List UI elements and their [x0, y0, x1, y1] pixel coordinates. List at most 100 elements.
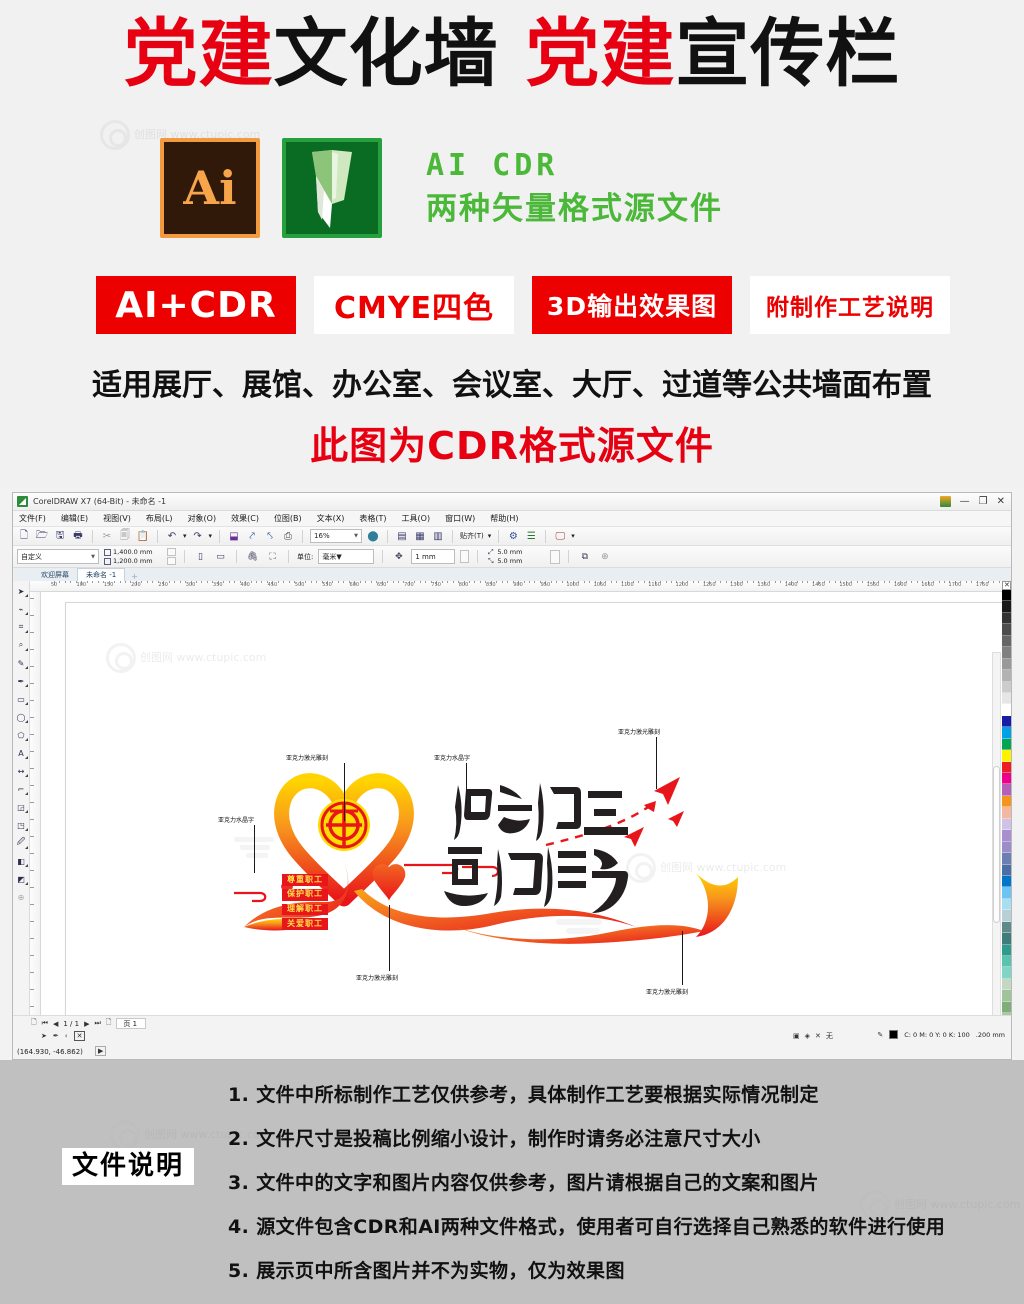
zoom-tool-icon[interactable]: ⌕: [15, 639, 28, 651]
rectangle-tool-icon[interactable]: ▭: [15, 693, 28, 705]
page-height-field[interactable]: 1,200.0 mm: [104, 557, 176, 565]
color-swatch[interactable]: [1002, 681, 1011, 693]
all-pages-icon[interactable]: 🖇: [245, 549, 260, 564]
interactive-fill-icon[interactable]: ◧: [15, 855, 28, 867]
outline-color-swatch[interactable]: [889, 1030, 899, 1039]
crop-tool-icon[interactable]: ⌗: [15, 621, 28, 633]
tab-untitled-1[interactable]: 未命名 -1: [77, 568, 126, 581]
color-swatch[interactable]: [1002, 727, 1011, 739]
color-swatch[interactable]: [1002, 795, 1011, 808]
cut-icon[interactable]: ✂: [100, 529, 114, 543]
color-swatch[interactable]: [1002, 612, 1011, 625]
paste-icon[interactable]: 📋: [136, 529, 150, 543]
undo-icon[interactable]: ↶: [165, 529, 179, 543]
connector-tool-icon[interactable]: ⌐: [15, 783, 28, 795]
text-tool-icon[interactable]: A: [15, 747, 28, 759]
import-icon[interactable]: ⬓: [227, 529, 241, 543]
color-swatch[interactable]: [1002, 807, 1011, 819]
undo-dropdown-icon[interactable]: ▾: [183, 532, 187, 540]
new-tab-button[interactable]: +: [125, 572, 144, 581]
menu-item-window[interactable]: 窗口(W): [445, 513, 475, 524]
ellipse-tool-icon[interactable]: ◯: [15, 711, 28, 723]
menu-item-file[interactable]: 文件(F): [19, 513, 46, 524]
transparency-tool-icon[interactable]: ◳: [15, 819, 28, 831]
vertical-scrollbar[interactable]: [992, 652, 1001, 1029]
save-icon[interactable]: 🖫: [53, 529, 67, 543]
scrollbar-thumb[interactable]: [993, 765, 1000, 923]
outline-pen-icon[interactable]: ✎: [877, 1031, 883, 1039]
color-swatch[interactable]: [1002, 670, 1011, 682]
show-grid-icon[interactable]: ▦: [413, 529, 427, 543]
tab-welcome-screen[interactable]: 欢迎屏幕: [33, 569, 77, 581]
color-palette[interactable]: [1002, 581, 1011, 1059]
color-swatch[interactable]: [1002, 944, 1011, 956]
color-swatch[interactable]: [1002, 967, 1011, 979]
page-width-field[interactable]: 1,400.0 mm: [104, 548, 176, 556]
menu-item-bitmaps[interactable]: 位图(B): [274, 513, 302, 524]
print-icon[interactable]: 🖶: [71, 529, 85, 543]
color-swatch[interactable]: [1002, 864, 1011, 876]
snap-to-label[interactable]: 贴齐(T): [460, 531, 484, 541]
nudge-spinner[interactable]: [460, 550, 470, 563]
color-eyedropper-icon[interactable]: 🖉: [15, 837, 28, 849]
portrait-icon[interactable]: ▯: [193, 549, 208, 564]
object-properties-icon[interactable]: ▣: [793, 1032, 800, 1040]
units-combo[interactable]: 毫米 ▼: [318, 549, 375, 564]
color-swatch[interactable]: [1002, 956, 1011, 968]
menu-item-edit[interactable]: 编辑(E): [61, 513, 88, 524]
color-swatch[interactable]: [1002, 898, 1011, 911]
color-swatch[interactable]: [1002, 647, 1011, 659]
redo-dropdown-icon[interactable]: ▾: [209, 532, 213, 540]
coordinates-expand-icon[interactable]: ▶: [95, 1046, 107, 1056]
artistic-media-icon[interactable]: ✒: [15, 675, 28, 687]
vertical-ruler[interactable]: [30, 592, 41, 1059]
color-swatch[interactable]: [1002, 910, 1011, 922]
redo-icon[interactable]: ↷: [191, 529, 205, 543]
application-launcher-icon[interactable]: 🖵: [553, 529, 567, 543]
polygon-tool-icon[interactable]: ⬠: [15, 729, 28, 741]
publish-pdf-icon[interactable]: ⎙: [281, 529, 295, 543]
last-page-icon[interactable]: ⏭: [94, 1019, 100, 1028]
snap-dropdown-icon[interactable]: ▾: [488, 532, 492, 540]
menu-item-object[interactable]: 对象(O): [188, 513, 217, 524]
width-spinner[interactable]: [167, 548, 176, 556]
no-color-swatch[interactable]: [1002, 581, 1011, 590]
color-swatch[interactable]: [1002, 635, 1011, 648]
show-guidelines-icon[interactable]: ▥: [431, 529, 445, 543]
color-swatch[interactable]: [1002, 990, 1011, 1002]
page-add-icon[interactable]: 🗋: [31, 1018, 37, 1029]
object-manager-icon[interactable]: ☰: [524, 529, 538, 543]
menu-item-effects[interactable]: 效果(C): [231, 513, 259, 524]
color-swatch[interactable]: [1002, 921, 1011, 934]
add-page-icon[interactable]: ⊕: [597, 549, 612, 564]
color-swatch[interactable]: [1002, 738, 1011, 751]
color-swatch[interactable]: [1002, 830, 1011, 842]
close-button[interactable]: ✕: [997, 496, 1005, 507]
color-swatch[interactable]: [1002, 887, 1011, 899]
drawing-canvas[interactable]: 尊重职工 保护职工 理解职工 关爱职工 亚克力水晶字 亚克力激光雕刻 亚克力水晶…: [41, 592, 1011, 1059]
page-border-icon[interactable]: ⧉: [577, 549, 592, 564]
color-swatch[interactable]: [1002, 978, 1011, 991]
menu-item-help[interactable]: 帮助(H): [490, 513, 518, 524]
color-swatch[interactable]: [1002, 853, 1011, 865]
zoom-level-combo[interactable]: 16% ▼: [310, 529, 363, 543]
first-page-icon[interactable]: ⏮: [42, 1019, 48, 1028]
color-swatch[interactable]: [1002, 875, 1011, 888]
duplicate-spinner[interactable]: [550, 549, 561, 564]
fill-color-icon[interactable]: ◈: [805, 1032, 810, 1040]
shape-tool-icon[interactable]: ⌁: [15, 603, 28, 615]
show-rulers-icon[interactable]: ▤: [395, 529, 409, 543]
color-swatch[interactable]: [1002, 841, 1011, 854]
color-swatch[interactable]: [1002, 704, 1011, 716]
options-icon[interactable]: ⚙: [506, 529, 520, 543]
color-swatch[interactable]: [1002, 761, 1011, 773]
duplicate-x-field[interactable]: ⤢ 5.0 mm: [486, 548, 545, 557]
canvas-area[interactable]: 50 100 150 200 250 300 350 400 450 500 550 600 650 70…: [30, 581, 1011, 1059]
freehand-tool-icon[interactable]: ✎: [15, 657, 28, 669]
current-page-icon[interactable]: ⛶: [265, 549, 280, 564]
new-document-icon[interactable]: 🗋: [17, 529, 31, 543]
color-swatch[interactable]: [1002, 658, 1011, 671]
copy-icon[interactable]: 🗐: [118, 529, 132, 543]
parallel-dimension-icon[interactable]: ↔: [15, 765, 28, 777]
color-swatch[interactable]: [1002, 715, 1011, 728]
